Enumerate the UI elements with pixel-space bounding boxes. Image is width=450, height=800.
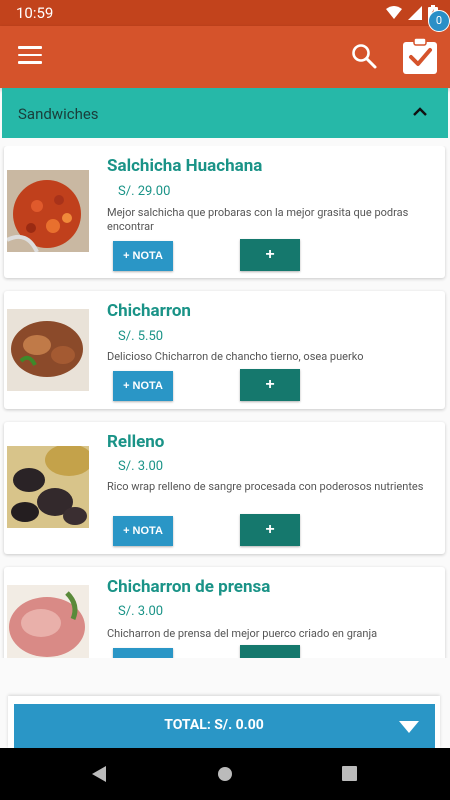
signal-icon [408,6,422,20]
search-icon[interactable] [350,42,378,70]
caret-down-icon[interactable] [399,721,419,733]
add-to-order-button[interactable]: + [240,369,300,401]
product-image [7,585,89,658]
order-clipboard-icon[interactable] [402,38,438,74]
add-to-order-button[interactable]: + [240,514,300,546]
status-bar: 10:59 [0,0,450,26]
product-price: S/. 29.00 [118,184,171,199]
cart-count-badge: 0 [428,10,450,32]
add-note-button[interactable] [113,648,173,658]
category-header[interactable]: Sandwiches [2,88,448,138]
product-description: Rico wrap relleno de sangre procesada co… [107,480,424,493]
recents-icon[interactable] [342,766,357,781]
wifi-icon [386,6,402,19]
product-description: Mejor salchicha que probaras con la mejo… [107,206,409,233]
product-list[interactable]: Salchicha Huachana S/. 29.00 Mejor salch… [0,146,450,658]
total-panel: TOTAL: S/. 0.00 [8,696,440,748]
product-name: Chicharron [107,301,191,321]
product-card: Relleno S/. 3.00 Rico wrap relleno de sa… [4,422,445,554]
add-note-button[interactable]: + NOTA [113,371,173,401]
category-title: Sandwiches [18,105,99,123]
app-toolbar [0,26,450,88]
product-image [7,446,89,528]
add-note-button[interactable]: + NOTA [113,241,173,271]
product-image [7,170,89,252]
product-price: S/. 5.50 [118,329,164,344]
back-icon[interactable] [92,766,108,782]
product-card: Chicharron de prensa S/. 3.00 Chicharron… [4,567,445,658]
home-icon[interactable] [217,766,233,782]
product-name: Relleno [107,432,165,452]
status-time: 10:59 [16,4,54,22]
product-name: Salchicha Huachana [107,156,263,176]
product-image [7,309,89,391]
add-to-order-button[interactable] [240,645,300,658]
add-to-order-button[interactable]: + [240,239,300,271]
product-card: Salchicha Huachana S/. 29.00 Mejor salch… [4,146,445,278]
product-description: Delicioso Chicharron de chancho tierno, … [107,350,364,363]
product-description: Chicharron de prensa del mejor puerco cr… [107,627,378,640]
total-button[interactable]: TOTAL: S/. 0.00 [14,704,435,748]
product-name: Chicharron de prensa [107,577,271,597]
product-card: Chicharron S/. 5.50 Delicioso Chicharron… [4,291,445,409]
product-price: S/. 3.00 [118,459,164,474]
chevron-up-icon[interactable] [412,106,428,118]
product-price: S/. 3.00 [118,604,164,619]
total-label: TOTAL: S/. 0.00 [164,717,264,733]
add-note-button[interactable]: + NOTA [113,516,173,546]
system-nav-bar [0,748,450,800]
menu-icon[interactable] [18,46,42,66]
